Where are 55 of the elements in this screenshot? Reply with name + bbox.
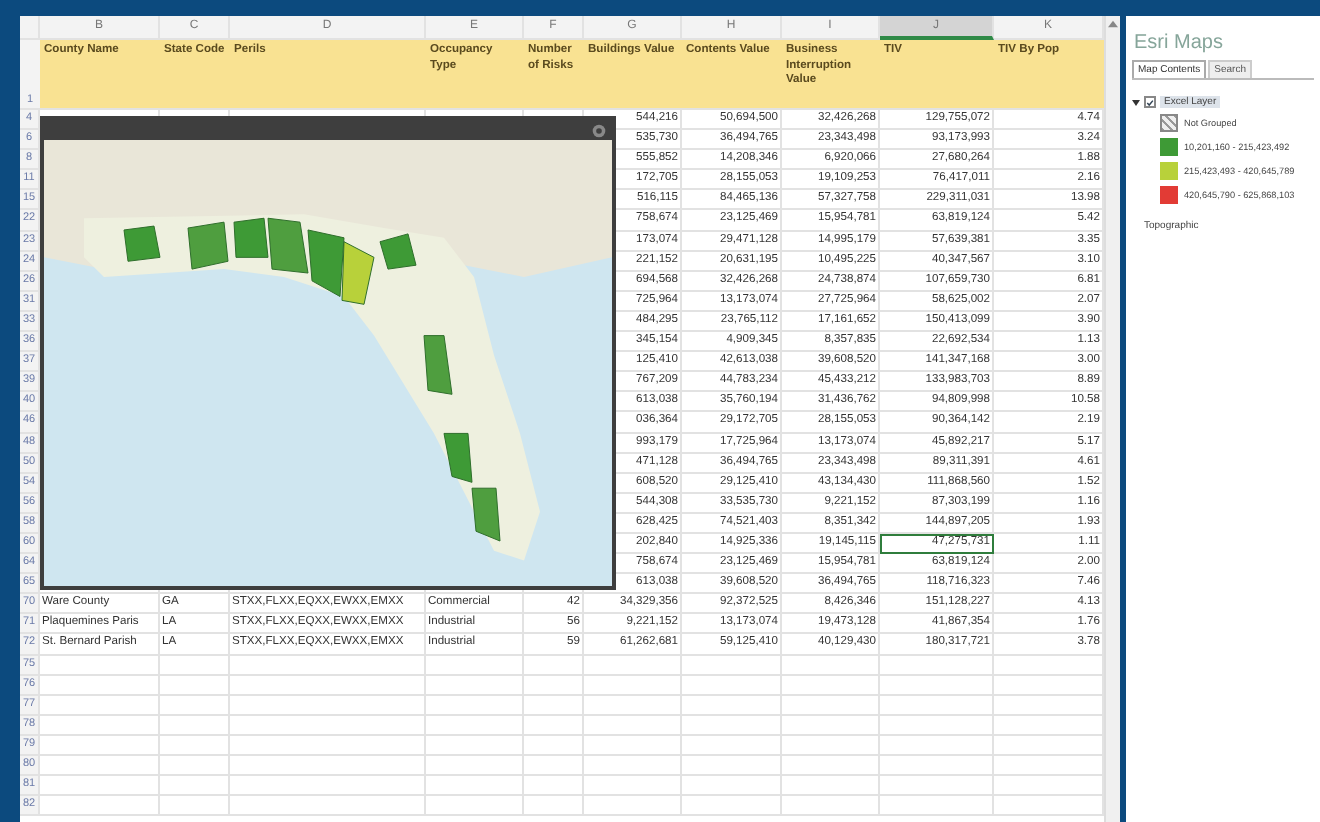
empty-cell xyxy=(584,655,682,676)
empty-cell xyxy=(426,796,524,817)
scrollbar[interactable] xyxy=(1104,16,1120,822)
empty-cell xyxy=(782,776,880,797)
empty-cell xyxy=(782,756,880,777)
empty-cell xyxy=(584,756,682,777)
empty-cell xyxy=(524,735,584,756)
empty-cell xyxy=(426,735,524,756)
empty-cell xyxy=(782,655,880,676)
empty-cell xyxy=(426,655,524,676)
checkbox[interactable] xyxy=(1144,96,1156,108)
empty-cell xyxy=(160,695,230,716)
expander-icon[interactable] xyxy=(1132,98,1140,106)
empty-cell xyxy=(782,735,880,756)
empty-cell xyxy=(160,776,230,797)
up-arrow-icon[interactable] xyxy=(1108,20,1118,28)
hatch-swatch xyxy=(1160,114,1178,132)
empty-cell xyxy=(584,695,682,716)
empty-cell xyxy=(524,796,584,817)
empty-cell xyxy=(584,715,682,736)
empty-cell xyxy=(584,735,682,756)
empty-cell xyxy=(782,675,880,696)
empty-cell xyxy=(160,796,230,817)
empty-cell xyxy=(782,695,880,716)
empty-cell xyxy=(682,655,782,676)
empty-cell xyxy=(524,675,584,696)
circle-icon[interactable] xyxy=(592,123,606,137)
empty-cell xyxy=(682,675,782,696)
empty-cell xyxy=(426,695,524,716)
empty-cell xyxy=(160,756,230,777)
empty-cell xyxy=(160,675,230,696)
empty-cell xyxy=(682,735,782,756)
empty-cell xyxy=(584,776,682,797)
empty-cell xyxy=(426,715,524,736)
empty-cell xyxy=(160,735,230,756)
empty-cell xyxy=(426,776,524,797)
empty-cell xyxy=(782,796,880,817)
empty-cell xyxy=(682,695,782,716)
empty-cell xyxy=(584,675,682,696)
empty-cell xyxy=(160,715,230,736)
empty-cell xyxy=(524,715,584,736)
empty-cell xyxy=(426,756,524,777)
empty-cell xyxy=(682,715,782,736)
empty-cell xyxy=(524,655,584,676)
empty-cell xyxy=(782,715,880,736)
empty-cell xyxy=(524,695,584,716)
empty-cell xyxy=(524,776,584,797)
empty-cell xyxy=(682,796,782,817)
empty-cell xyxy=(682,756,782,777)
empty-cell xyxy=(584,796,682,817)
empty-cell xyxy=(426,675,524,696)
panel-title: Esri Maps xyxy=(1134,32,1225,54)
empty-cell xyxy=(524,756,584,777)
empty-cell xyxy=(160,655,230,676)
empty-cell xyxy=(682,776,782,797)
